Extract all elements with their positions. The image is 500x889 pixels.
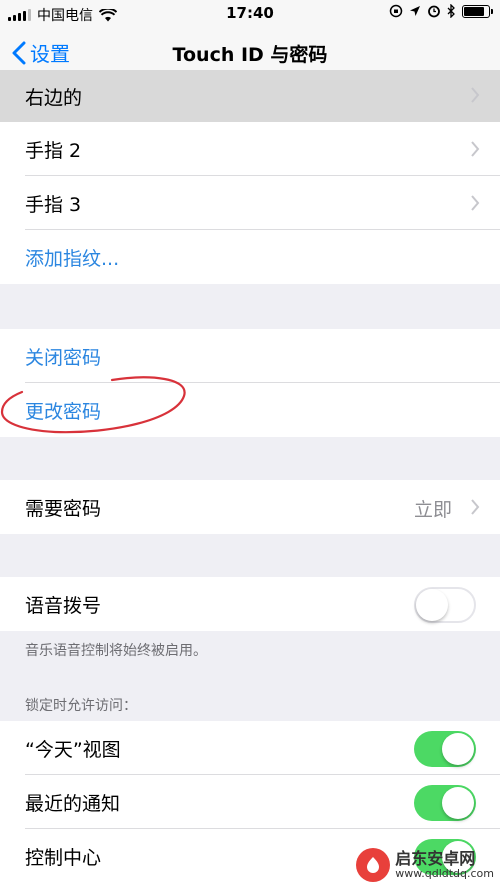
fingerprint-label: 手指 2 [25,139,82,162]
require-passcode-label: 需要密码 [25,497,102,520]
fingerprint-row-1[interactable]: 右边的 [0,70,500,122]
chevron-right-icon [471,141,480,157]
require-passcode-group: 需要密码 立即 [0,480,500,534]
status-right [389,4,493,18]
recent-notifications-toggle[interactable] [414,785,476,821]
voice-dial-group: 语音拨号 [0,577,500,631]
add-fingerprint-button[interactable]: 添加指纹... [0,230,500,284]
recent-notifications-row: 最近的通知 [0,775,500,829]
locked-access-header: 锁定时允许访问： [25,698,137,714]
control-center-label: 控制中心 [25,846,102,869]
fingerprint-label: 手指 3 [25,193,82,216]
passcode-group: 关闭密码 更改密码 [0,329,500,437]
watermark-name: 启东安卓网 [395,848,476,868]
turn-off-passcode-button[interactable]: 关闭密码 [0,329,500,383]
change-passcode-button[interactable]: 更改密码 [0,383,500,437]
turn-off-passcode-label: 关闭密码 [25,346,102,369]
watermark: 启东安卓网 www.qdldtdq.com [356,848,494,882]
recent-notifications-label: 最近的通知 [25,792,121,815]
chevron-right-icon [471,195,480,211]
fingerprints-group: 右边的 手指 2 手指 3 添加指纹... [0,70,500,284]
chevron-right-icon [471,87,480,103]
voice-dial-row: 语音拨号 [0,577,500,631]
voice-dial-label: 语音拨号 [25,594,102,617]
status-bar: 中国电信 17:40 [0,0,500,28]
orientation-lock-icon [389,4,403,18]
location-icon [410,6,420,16]
alarm-icon [428,5,440,18]
add-fingerprint-label: 添加指纹... [25,247,120,270]
today-view-label: “今天”视图 [25,738,121,761]
fingerprint-label: 右边的 [25,86,83,109]
require-passcode-value: 立即 [413,499,452,521]
chevron-right-icon [471,499,480,515]
watermark-url: www.qdldtdq.com [395,866,494,880]
today-view-toggle[interactable] [414,731,476,767]
battery-icon [462,4,493,18]
bluetooth-icon [447,4,455,18]
fingerprint-row-3[interactable]: 手指 3 [0,176,500,230]
fingerprint-row-2[interactable]: 手指 2 [0,122,500,176]
today-view-row: “今天”视图 [0,721,500,775]
voice-dial-toggle[interactable] [414,587,476,623]
watermark-logo-icon [356,848,391,882]
change-passcode-label: 更改密码 [25,400,102,423]
page-title: Touch ID 与密码 [172,44,328,66]
voice-dial-footnote: 音乐语音控制将始终被启用。 [25,643,207,659]
require-passcode-row[interactable]: 需要密码 立即 [0,480,500,534]
